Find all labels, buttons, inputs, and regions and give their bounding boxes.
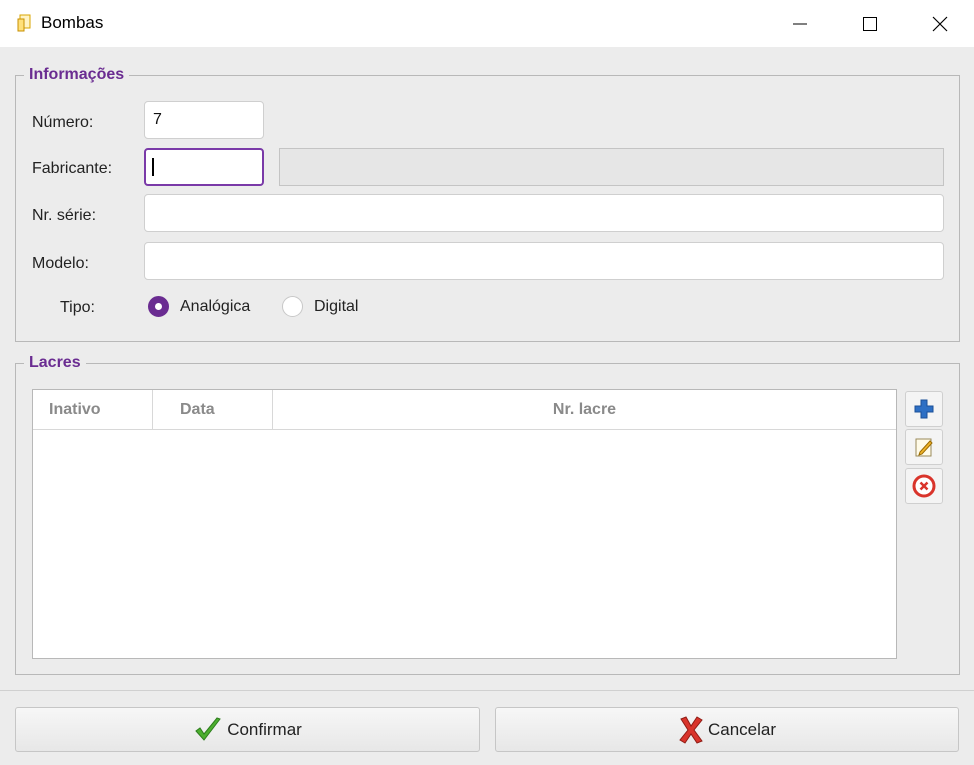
- delete-lacre-button[interactable]: [905, 468, 943, 504]
- close-button[interactable]: [910, 0, 970, 47]
- radio-analogica[interactable]: Analógica: [148, 296, 250, 317]
- radio-checked-icon: [148, 296, 169, 317]
- cancel-label: Cancelar: [707, 719, 777, 739]
- checkmark-icon: [195, 716, 222, 741]
- add-icon: [914, 399, 934, 419]
- minimize-icon: [793, 23, 807, 24]
- table-header: Inativo Data Nr. lacre: [33, 390, 896, 430]
- tipo-label: Tipo:: [60, 299, 95, 316]
- informacoes-title: Informações: [24, 66, 130, 84]
- window-title: Bombas: [41, 13, 104, 32]
- radio-unchecked-icon: [282, 296, 303, 317]
- confirm-label: Confirmar: [227, 719, 302, 739]
- column-header-data[interactable]: Data: [153, 390, 273, 430]
- lacres-title: Lacres: [24, 354, 86, 372]
- radio-digital-label: Digital: [314, 297, 359, 315]
- modelo-label: Modelo:: [32, 255, 89, 272]
- text-caret: [152, 158, 154, 176]
- maximize-icon: [863, 16, 877, 31]
- radio-analogica-label: Analógica: [180, 297, 251, 315]
- edit-lacre-button[interactable]: [905, 429, 943, 465]
- title-bar: Bombas: [0, 0, 974, 47]
- column-header-inativo[interactable]: Inativo: [33, 390, 153, 430]
- cancel-x-icon: [679, 715, 703, 744]
- minimize-button[interactable]: [770, 0, 830, 47]
- delete-icon: [912, 474, 936, 498]
- numero-field[interactable]: 7: [144, 101, 264, 139]
- document-icon: [17, 14, 33, 32]
- fabricante-name-field: [279, 148, 944, 186]
- column-header-nr-lacre[interactable]: Nr. lacre: [273, 390, 896, 430]
- edit-icon: [915, 438, 933, 457]
- footer-divider: [0, 690, 974, 691]
- nr-serie-field[interactable]: [144, 194, 944, 232]
- maximize-button[interactable]: [840, 0, 900, 47]
- nr-serie-label: Nr. série:: [32, 207, 97, 224]
- close-icon: [932, 16, 948, 31]
- fabricante-label: Fabricante:: [32, 160, 113, 177]
- radio-digital[interactable]: Digital: [282, 296, 358, 317]
- lacres-table[interactable]: Inativo Data Nr. lacre: [32, 389, 897, 659]
- numero-label: Número:: [32, 114, 94, 131]
- modelo-field[interactable]: [144, 242, 944, 280]
- fabricante-code-field[interactable]: [144, 148, 264, 186]
- confirm-button[interactable]: Confirmar: [15, 707, 480, 752]
- add-lacre-button[interactable]: [905, 391, 943, 427]
- cancel-button[interactable]: Cancelar: [495, 707, 959, 752]
